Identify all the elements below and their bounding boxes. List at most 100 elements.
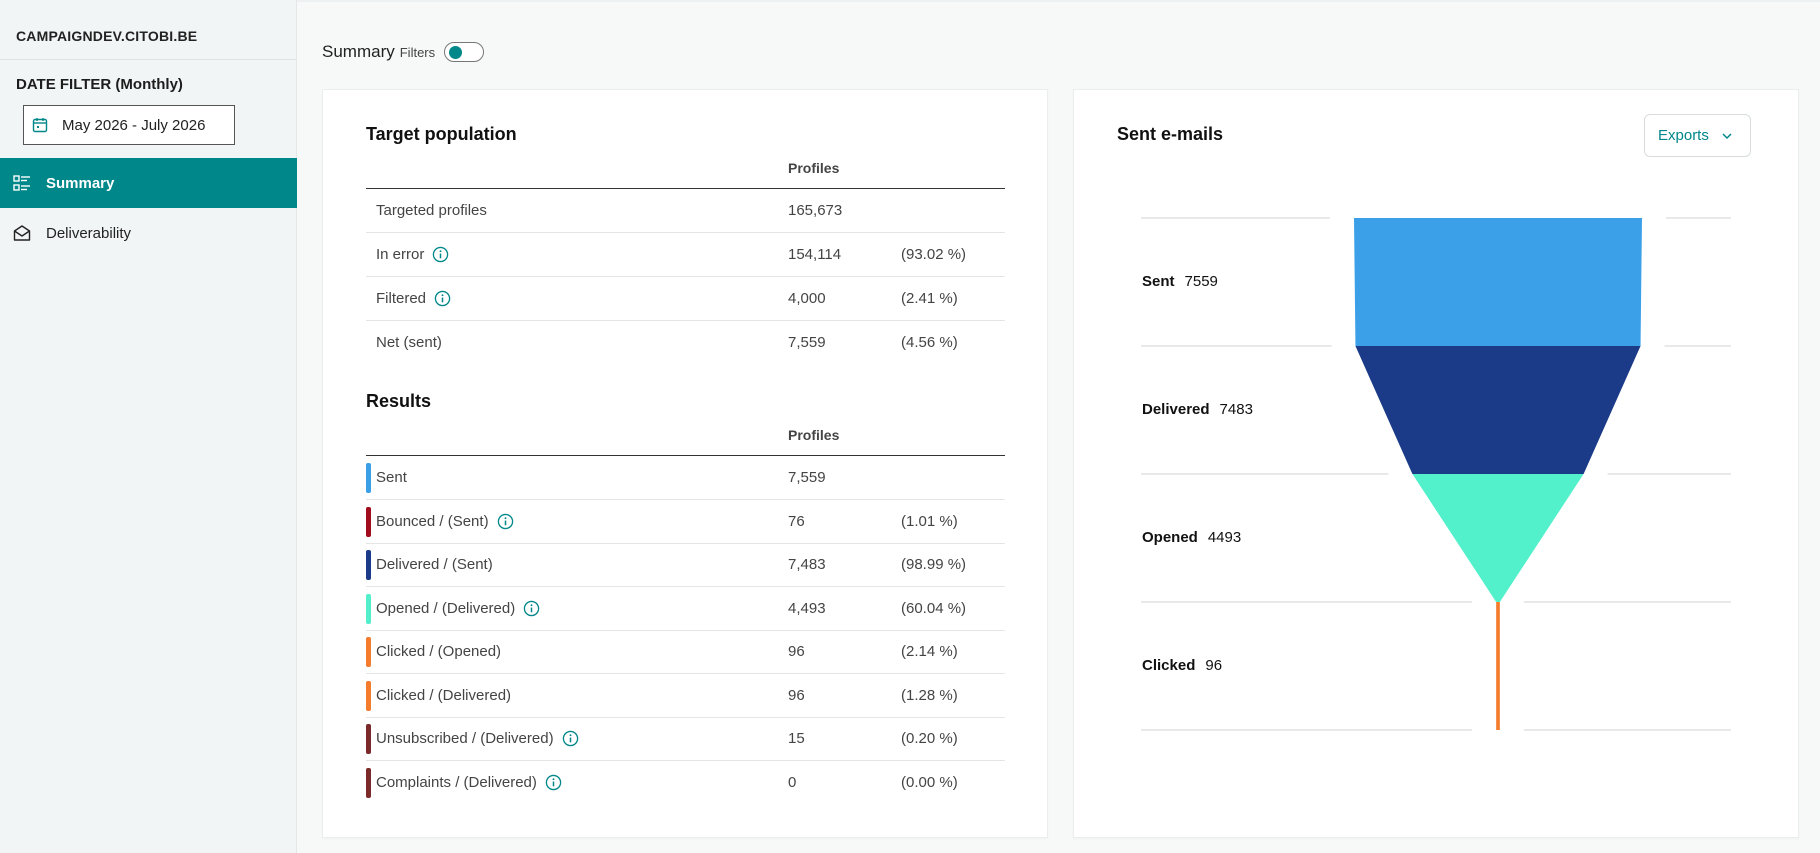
funnel-card: Sent e-mails Exports Sent 7559 Delivered 74… (1073, 89, 1799, 838)
info-icon[interactable] (432, 246, 449, 263)
row-value: 4,000 (788, 290, 826, 307)
row-value: 15 (788, 730, 805, 747)
row-value: 7,559 (788, 334, 826, 351)
row-label: Sent (376, 469, 407, 486)
row-percent: (60.04 %) (901, 599, 967, 617)
mail-open-icon (13, 224, 31, 242)
info-icon[interactable] (434, 290, 451, 307)
row-label: Complaints / (Delivered) (376, 773, 537, 791)
row-color-bar (366, 637, 371, 667)
table-row: Clicked / (Delivered) 96 (1.28 %) (366, 674, 1005, 718)
row-value: 154,114 (788, 246, 842, 263)
funnel-stage-delivered (1355, 346, 1641, 474)
main-content: Summary Filters Target population Profil… (297, 0, 1820, 853)
table-row: Filtered 4,000 (2.41 %) (366, 277, 1005, 321)
results-title: Results (366, 391, 432, 411)
row-percent: (4.56 %) (901, 334, 958, 351)
row-color-bar (366, 724, 371, 754)
funnel-label: Delivered 7483 (1142, 401, 1253, 418)
date-range-value: May 2026 - July 2026 (62, 116, 206, 134)
funnel-stage-value: 4493 (1207, 529, 1242, 546)
row-percent: (2.41 %) (901, 290, 958, 307)
funnel-stage-clicked (1496, 602, 1500, 730)
stats-card: Target population Profiles Targeted prof… (322, 89, 1048, 838)
row-percent: (0.00 %) (901, 773, 958, 791)
row-label: Opened / (Delivered) (376, 599, 516, 617)
table-row: Targeted profiles 165,673 (366, 189, 1005, 233)
sidebar: CAMPAIGNDEV.CITOBI.BE DATE FILTER (Month… (0, 0, 297, 853)
funnel-stage-value: 96 (1205, 657, 1223, 674)
funnel-label: Opened 4493 (1142, 529, 1241, 546)
row-value: 0 (788, 773, 797, 791)
results-profiles-header: Profiles (788, 427, 840, 443)
info-icon[interactable] (497, 513, 514, 530)
info-icon[interactable] (562, 730, 579, 747)
row-percent: (1.01 %) (901, 512, 958, 530)
list-icon (13, 174, 31, 192)
row-label: Clicked / (Opened) (376, 643, 502, 660)
row-label: Delivered / (Sent) (376, 556, 493, 573)
row-label: Targeted profiles (376, 202, 487, 219)
row-percent: (1.28 %) (901, 686, 958, 704)
table-row: In error 154,114 (93.02 %) (366, 233, 1005, 277)
row-percent: (98.99 %) (901, 556, 967, 573)
row-percent: (2.14 %) (901, 643, 958, 660)
row-color-bar (366, 550, 371, 580)
table-row: Unsubscribed / (Delivered) 15 (0.20 %) (366, 717, 1005, 761)
info-icon[interactable] (545, 774, 562, 791)
funnel-stage-value: 7559 (1184, 273, 1218, 290)
date-range-picker[interactable]: May 2026 - July 2026 (23, 105, 235, 145)
funnel-stage-name: Delivered (1142, 401, 1210, 418)
target-profiles-header: Profiles (788, 160, 840, 176)
funnel-stage-name: Sent (1142, 273, 1175, 290)
funnel-stage-value: 7483 (1219, 401, 1253, 418)
table-row: Bounced / (Sent) 76 (1.01 %) (366, 500, 1005, 544)
table-row: Net (sent) 7,559 (4.56 %) (366, 321, 1005, 365)
page-title: Summary (322, 42, 395, 61)
nav-item-deliverability[interactable]: Deliverability (0, 208, 297, 258)
row-percent: (93.02 %) (901, 246, 967, 263)
row-color-bar (366, 593, 371, 624)
table-row: Clicked / (Opened) 96 (2.14 %) (366, 630, 1005, 674)
calendar-icon (32, 118, 48, 133)
row-value: 96 (788, 643, 805, 660)
row-label: Unsubscribed / (Delivered) (376, 730, 554, 747)
nav-item-summary[interactable]: Summary (0, 158, 297, 208)
funnel-stage-sent (1354, 218, 1642, 346)
table-row: Opened / (Delivered) 4,493 (60.04 %) (366, 587, 1005, 631)
table-row: Sent 7,559 (366, 456, 1005, 500)
table-row: Delivered / (Sent) 7,483 (98.99 %) (366, 543, 1005, 587)
date-filter-label: DATE FILTER (Monthly) (16, 76, 183, 93)
top-border (297, 0, 1820, 2)
row-value: 96 (788, 686, 805, 704)
row-label: Filtered (376, 290, 427, 307)
row-label: In error (376, 246, 425, 263)
table-row: Complaints / (Delivered) 0 (0.00 %) (366, 761, 1005, 805)
funnel-stage-name: Clicked (1142, 657, 1196, 674)
funnel-label: Clicked 96 (1142, 657, 1222, 674)
funnel-chart (1141, 217, 1731, 731)
nav-label-deliverability: Deliverability (46, 224, 132, 242)
row-color-bar (366, 680, 371, 711)
filters-toggle[interactable] (444, 42, 485, 62)
row-label: Net (sent) (376, 334, 442, 351)
funnel-label: Sent 7559 (1142, 273, 1218, 290)
row-value: 7,559 (788, 469, 826, 486)
funnel-stage-name: Opened (1142, 529, 1198, 546)
row-value: 165,673 (788, 202, 843, 219)
row-color-bar (366, 463, 371, 493)
row-value: 7,483 (788, 556, 826, 573)
toggle-knob (449, 46, 463, 59)
row-color-bar (366, 506, 371, 537)
org-name: CAMPAIGNDEV.CITOBI.BE (0, 0, 296, 60)
row-label: Bounced / (Sent) (376, 512, 489, 530)
nav-label-summary: Summary (46, 174, 115, 192)
target-population-title: Target population (366, 124, 517, 144)
funnel-stage-opened (1412, 474, 1584, 602)
filters-label: Filters (399, 44, 436, 60)
row-label: Clicked / (Delivered) (376, 686, 512, 704)
row-color-bar (366, 767, 371, 798)
info-icon[interactable] (523, 600, 540, 617)
row-value: 4,493 (788, 599, 826, 617)
row-value: 76 (788, 512, 805, 530)
